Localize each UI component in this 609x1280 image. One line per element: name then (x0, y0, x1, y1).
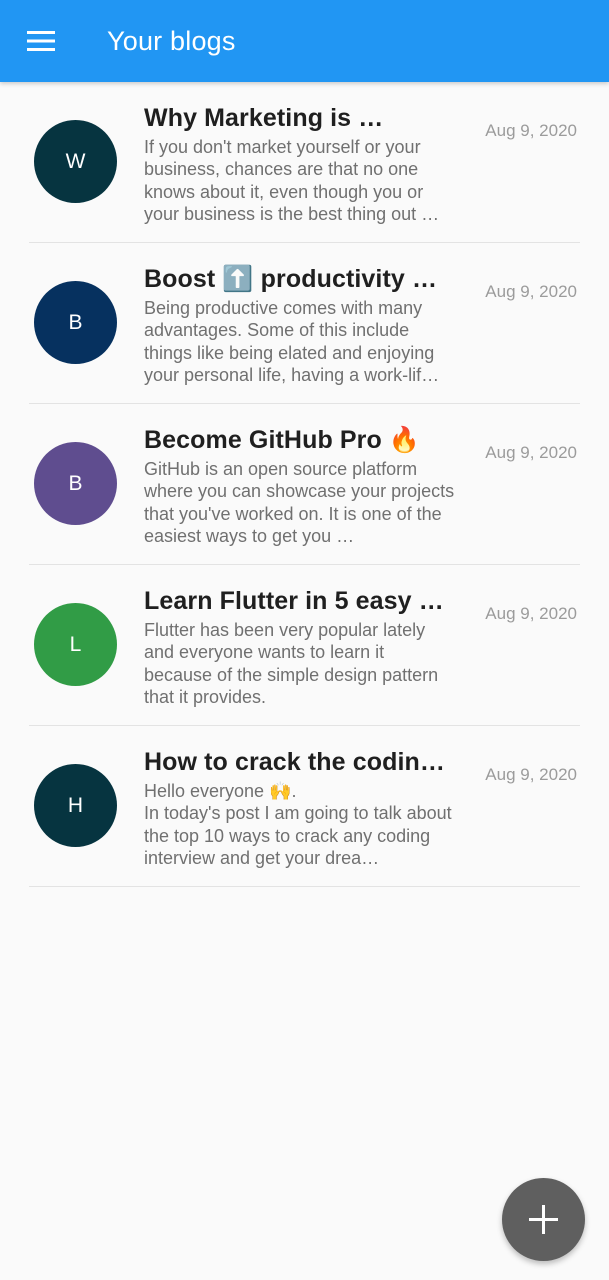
blog-date: Aug 9, 2020 (485, 443, 577, 462)
avatar: W (34, 120, 117, 203)
avatar: L (34, 603, 117, 686)
blog-excerpt: If you don't market yourself or your bus… (144, 137, 440, 225)
blog-text: How to crack the coding … Hello everyone… (144, 744, 460, 870)
blog-title: How to crack the coding … (144, 748, 460, 776)
blog-list-item[interactable]: W Why Marketing is … If you don't market… (0, 82, 609, 243)
blog-list-item[interactable]: H How to crack the coding … Hello everyo… (0, 726, 609, 887)
blog-excerpt: GitHub is an open source platform where … (144, 459, 455, 547)
hamburger-menu-icon (27, 31, 55, 51)
app-bar: Your blogs (0, 0, 609, 82)
blog-date: Aug 9, 2020 (485, 282, 577, 301)
blog-title: Become GitHub Pro 🔥 (144, 426, 421, 454)
blog-date: Aug 9, 2020 (485, 604, 577, 623)
blog-text: Boost ⬆️ productivity … Being productive… (144, 261, 460, 387)
blog-list: W Why Marketing is … If you don't market… (0, 82, 609, 887)
blog-list-item[interactable]: B Become GitHub Pro 🔥 GitHub is an open … (0, 404, 609, 565)
blog-text: Become GitHub Pro 🔥 GitHub is an open so… (144, 422, 460, 548)
blog-title: Why Marketing is … (144, 104, 384, 132)
divider (29, 886, 580, 887)
blog-list-item[interactable]: B Boost ⬆️ productivity … Being producti… (0, 243, 609, 404)
avatar: B (34, 442, 117, 525)
blog-excerpt: Being productive comes with many advanta… (144, 298, 440, 386)
blog-date: Aug 9, 2020 (485, 765, 577, 784)
blog-title: Learn Flutter in 5 easy … (144, 587, 444, 615)
blog-text: Why Marketing is … If you don't market y… (144, 100, 460, 226)
blog-title: Boost ⬆️ productivity … (144, 265, 438, 293)
avatar: H (34, 764, 117, 847)
plus-icon (529, 1205, 558, 1234)
avatar: B (34, 281, 117, 364)
blog-excerpt: Hello everyone 🙌. In today's post I am g… (144, 781, 452, 869)
page-title: Your blogs (107, 26, 236, 56)
menu-button[interactable] (18, 20, 64, 62)
blog-date: Aug 9, 2020 (485, 121, 577, 140)
blog-excerpt: Flutter has been very popular lately and… (144, 620, 439, 708)
blog-text: Learn Flutter in 5 easy … Flutter has be… (144, 583, 460, 709)
add-blog-button[interactable] (502, 1178, 585, 1261)
blog-list-item[interactable]: L Learn Flutter in 5 easy … Flutter has … (0, 565, 609, 726)
